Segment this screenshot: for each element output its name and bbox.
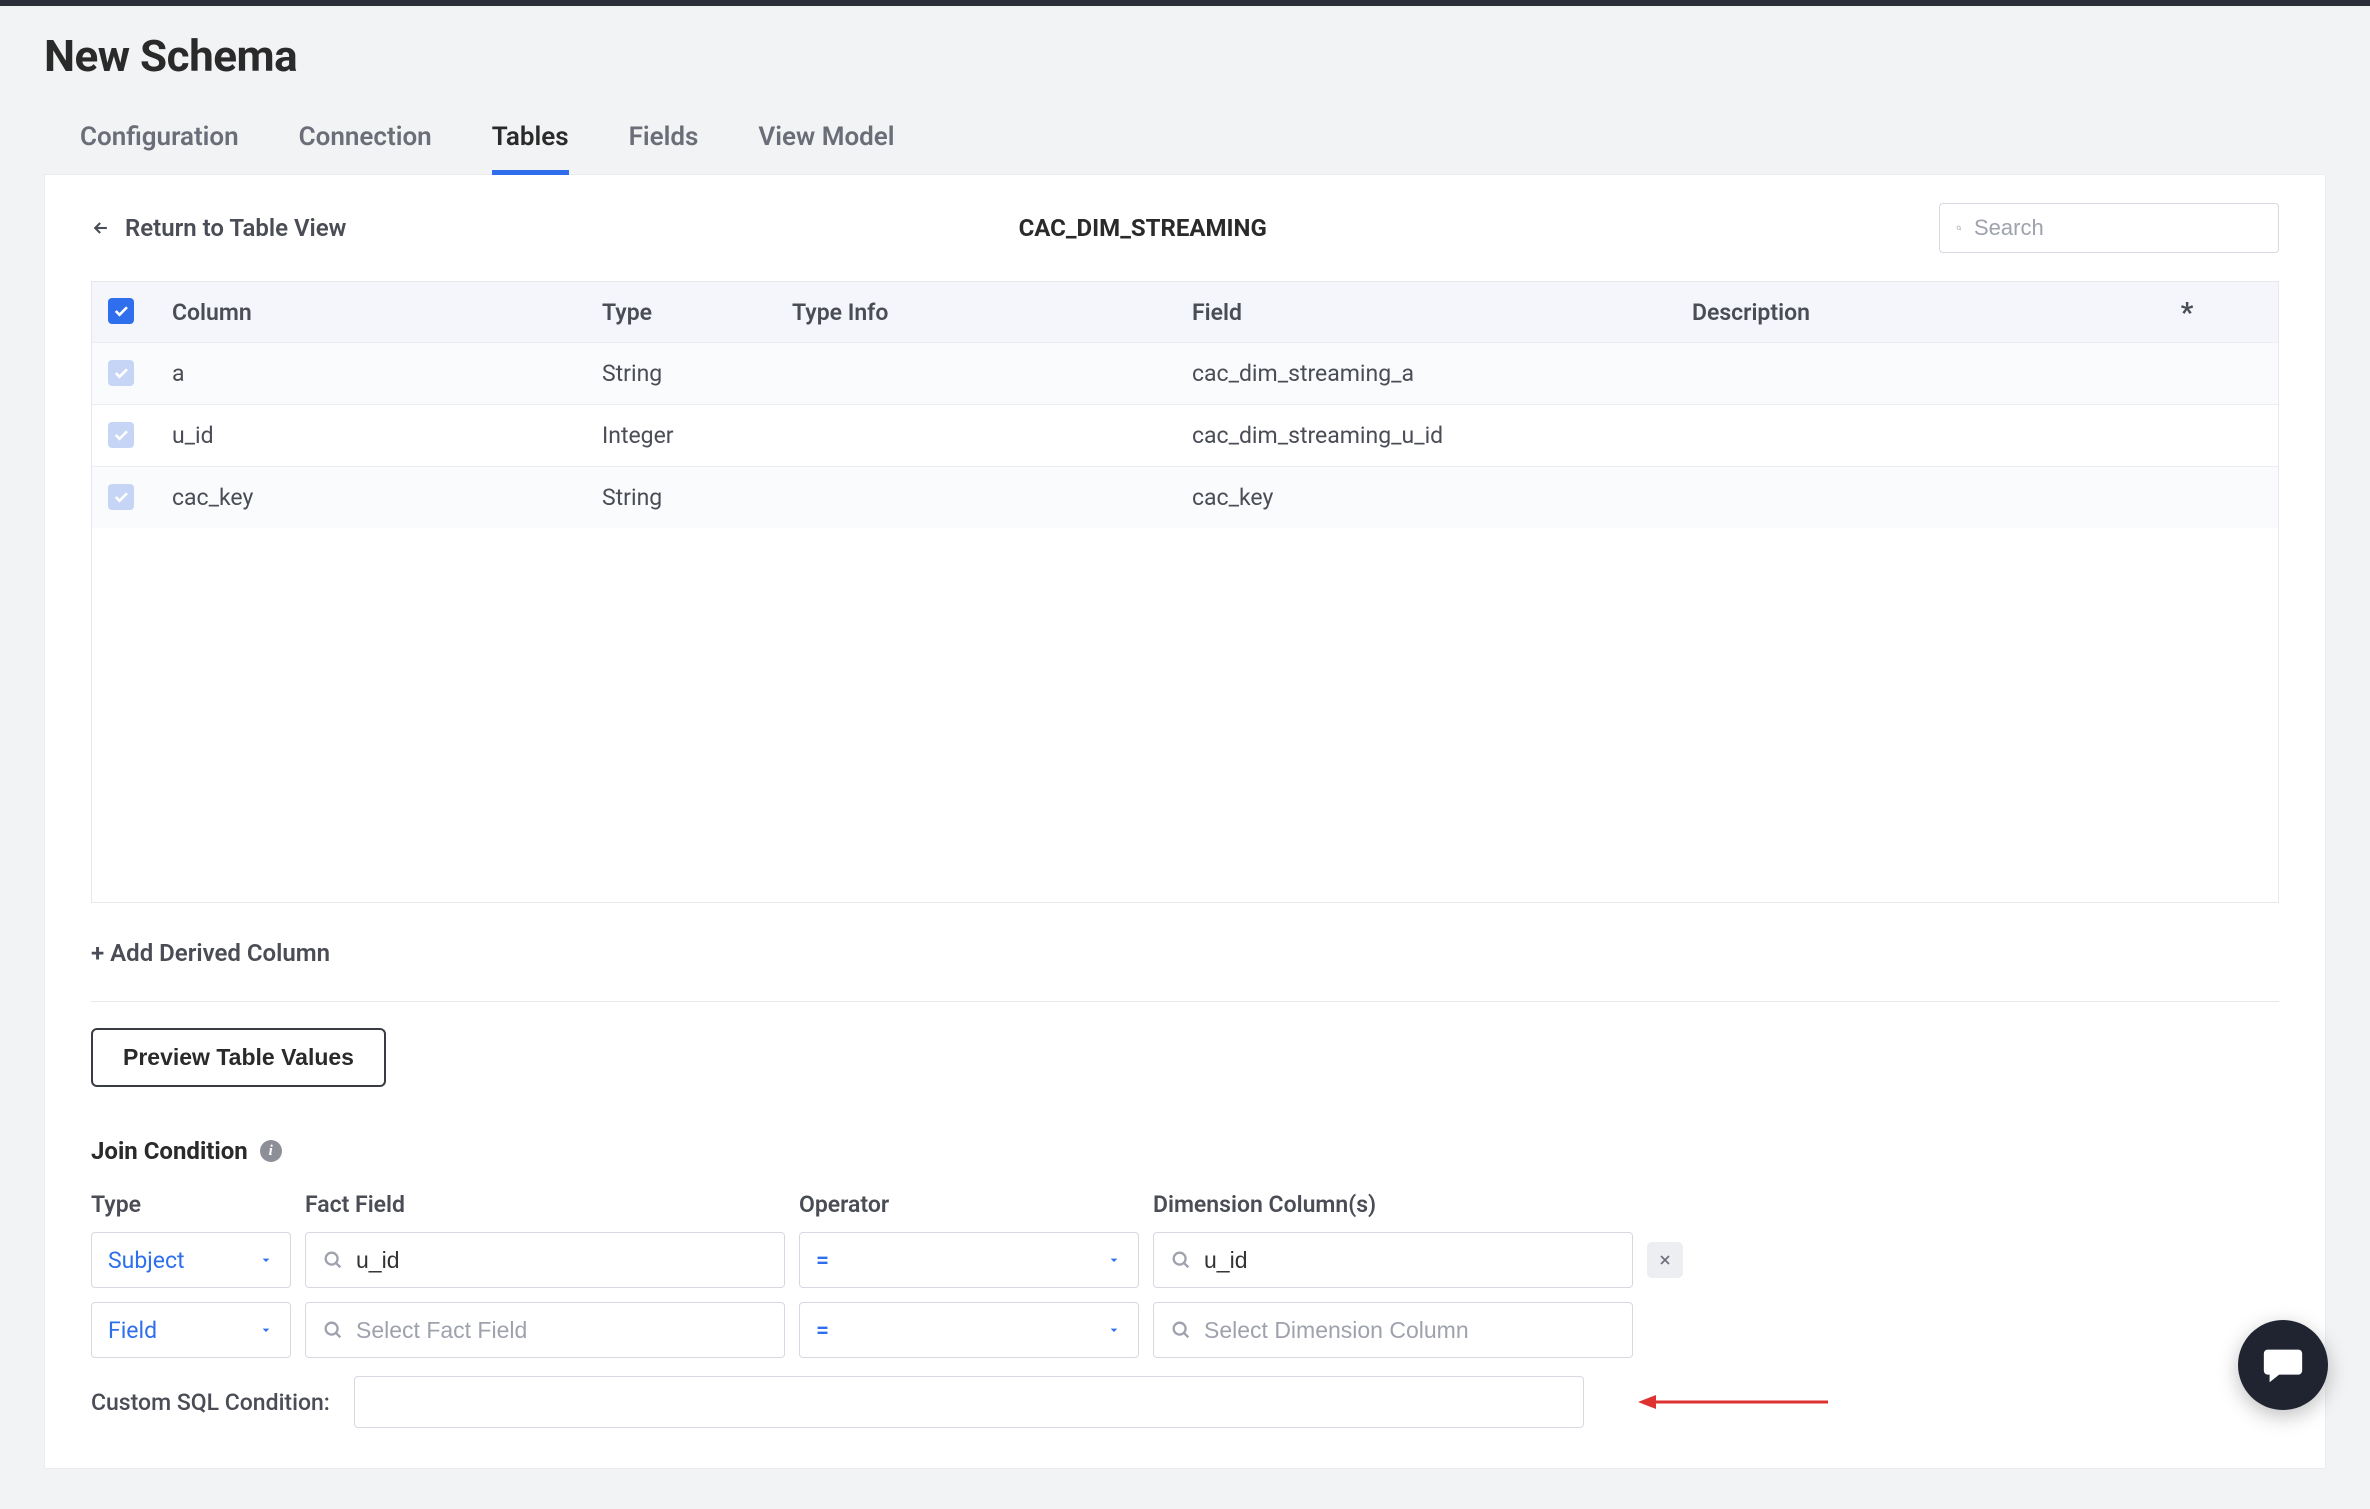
dimension-column-input[interactable] [1153, 1232, 1633, 1288]
page-container: New Schema Configuration Connection Tables… [0, 6, 2370, 1509]
add-derived-column-button[interactable]: + Add Derived Column [91, 939, 2279, 967]
join-type-select[interactable]: Subject [91, 1232, 291, 1288]
cell-type: Integer [602, 422, 792, 449]
return-to-table-view-link[interactable]: Return to Table View [91, 214, 346, 242]
cell-column: a [172, 360, 602, 387]
tab-bar: Configuration Connection Tables Fields View … [44, 112, 2326, 175]
dimension-column-input[interactable] [1153, 1302, 1633, 1358]
join-condition-headers: Type Fact Field Operator Dimension Colum… [91, 1191, 2279, 1218]
col-header-typeinfo[interactable]: Type Info [792, 299, 1192, 326]
tab-tables[interactable]: Tables [492, 112, 569, 175]
tab-connection[interactable]: Connection [299, 112, 432, 175]
cell-field: cac_dim_streaming_u_id [1192, 422, 1692, 449]
join-row: Field = [91, 1302, 2279, 1358]
column-search-box[interactable] [1939, 203, 2279, 253]
join-condition-rows: Subject = Field = [91, 1232, 2279, 1358]
table-row[interactable]: cac_keyStringcac_key [92, 466, 2278, 528]
operator-select[interactable]: = [799, 1232, 1139, 1288]
col-header-field[interactable]: Field [1192, 299, 1692, 326]
col-header-flag: * [2152, 296, 2222, 329]
cell-column: u_id [172, 422, 602, 449]
annotation-arrow [1638, 1392, 1828, 1412]
join-type-select[interactable]: Field [91, 1302, 291, 1358]
operator-select[interactable]: = [799, 1302, 1139, 1358]
fact-field-input[interactable] [305, 1302, 785, 1358]
col-header-type[interactable]: Type [602, 299, 792, 326]
join-header-operator: Operator [799, 1191, 1139, 1218]
custom-sql-label: Custom SQL Condition: [91, 1389, 330, 1416]
join-header-factfield: Fact Field [305, 1191, 785, 1218]
divider [91, 1001, 2279, 1002]
remove-join-row-button[interactable] [1647, 1242, 1683, 1278]
join-condition-title: Join Condition [91, 1137, 248, 1165]
tab-configuration[interactable]: Configuration [80, 112, 239, 175]
table-row[interactable]: aString cac_dim_streaming_a [92, 342, 2278, 404]
return-label: Return to Table View [125, 214, 346, 242]
tab-view-model[interactable]: View Model [758, 112, 894, 175]
cell-field: cac_key [1192, 484, 1692, 511]
columns-table: Column Type Type Info Field Description … [91, 281, 2279, 903]
col-header-column[interactable]: Column [172, 299, 602, 326]
chat-icon [2260, 1342, 2306, 1388]
dimension-column-text[interactable] [1204, 1247, 1616, 1274]
row-checkbox[interactable] [108, 360, 134, 386]
info-icon[interactable]: i [260, 1140, 282, 1162]
fact-field-text[interactable] [356, 1247, 768, 1274]
current-table-name: CAC_DIM_STREAMING [346, 214, 1939, 242]
dimension-column-text[interactable] [1204, 1317, 1616, 1344]
main-card: Return to Table View CAC_DIM_STREAMING C… [44, 174, 2326, 1469]
preview-table-values-button[interactable]: Preview Table Values [91, 1028, 386, 1087]
cell-field: cac_dim_streaming_a [1192, 360, 1692, 387]
search-icon [1956, 217, 1962, 239]
select-all-checkbox[interactable] [108, 298, 134, 324]
join-header-dimension: Dimension Column(s) [1153, 1191, 1633, 1218]
columns-table-body: aStringcac_dim_streaming_au_idIntegercac… [92, 342, 2278, 902]
columns-table-head: Column Type Type Info Field Description … [92, 282, 2278, 342]
custom-sql-row: Custom SQL Condition: [91, 1376, 2279, 1428]
page-title: New Schema [44, 30, 2326, 82]
fact-field-text[interactable] [356, 1317, 768, 1344]
table-header-row: Return to Table View CAC_DIM_STREAMING [91, 203, 2279, 253]
col-header-description[interactable]: Description [1692, 299, 2152, 326]
cell-type: String [602, 484, 792, 511]
join-header-type: Type [91, 1191, 291, 1218]
cell-column: cac_key [172, 484, 602, 511]
custom-sql-input[interactable] [354, 1376, 1584, 1428]
tab-fields[interactable]: Fields [629, 112, 699, 175]
arrow-left-icon [91, 218, 111, 238]
chat-fab[interactable] [2238, 1320, 2328, 1410]
join-condition-label: Join Condition i [91, 1137, 2279, 1165]
column-search-input[interactable] [1974, 215, 2262, 241]
table-row[interactable]: u_idInteger cac_dim_streaming_u_id [92, 404, 2278, 466]
fact-field-input[interactable] [305, 1232, 785, 1288]
row-checkbox[interactable] [108, 484, 134, 510]
cell-type: String [602, 360, 792, 387]
join-row: Subject = [91, 1232, 2279, 1288]
row-checkbox[interactable] [108, 422, 134, 448]
